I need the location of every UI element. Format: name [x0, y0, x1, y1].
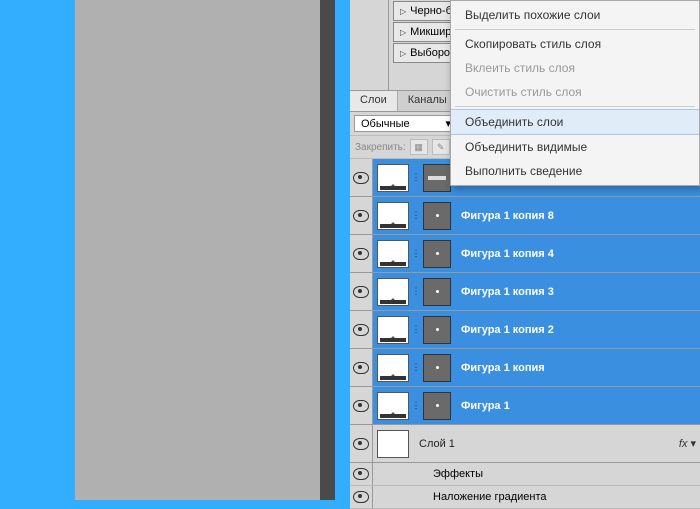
layer-thumbnail[interactable] [377, 392, 409, 420]
vector-mask-thumbnail[interactable] [423, 392, 451, 420]
eye-icon [353, 286, 369, 298]
link-icon: ⋮ [412, 209, 420, 223]
link-icon: ⋮ [412, 247, 420, 261]
layer-name[interactable]: Фигура 1 копия 3 [455, 286, 554, 298]
vector-mask-thumbnail[interactable] [423, 164, 451, 192]
layer-row[interactable]: Слой 1 fx ▾ [350, 425, 700, 463]
vector-mask-thumbnail[interactable] [423, 240, 451, 268]
layer-name[interactable]: Фигура 1 копия 8 [455, 210, 554, 222]
layer-name[interactable]: Фигура 1 [455, 400, 510, 412]
link-icon: ⋮ [412, 361, 420, 375]
layer-row[interactable]: ⋮ Фигура 1 копия [350, 349, 700, 387]
eye-icon [353, 248, 369, 260]
ctx-flatten[interactable]: Выполнить сведение [451, 159, 699, 183]
triangle-icon: ▷ [400, 28, 406, 37]
chevron-down-icon: ▾ [690, 437, 696, 450]
layer-name[interactable]: Фигура 1 копия [455, 362, 545, 374]
visibility-toggle[interactable] [350, 486, 373, 508]
eye-icon [353, 324, 369, 336]
vector-mask-thumbnail[interactable] [423, 316, 451, 344]
layer-thumbnail[interactable] [377, 278, 409, 306]
eye-icon [353, 172, 369, 184]
visibility-toggle[interactable] [350, 235, 373, 272]
blend-mode-select[interactable]: Обычные ▾ [354, 115, 458, 132]
tab-layers[interactable]: Слои [350, 91, 398, 111]
effects-group-row[interactable]: Эффекты [350, 463, 700, 486]
visibility-toggle[interactable] [350, 273, 373, 310]
layer-row[interactable]: ⋮ Фигура 1 копия 2 [350, 311, 700, 349]
vector-mask-thumbnail[interactable] [423, 278, 451, 306]
link-icon: ⋮ [412, 399, 420, 413]
effects-label: Эффекты [433, 468, 483, 480]
visibility-toggle[interactable] [350, 197, 373, 234]
visibility-toggle[interactable] [350, 349, 373, 386]
fx-badge[interactable]: fx ▾ [679, 437, 696, 450]
visibility-toggle[interactable] [350, 387, 373, 424]
layer-thumbnail[interactable] [377, 240, 409, 268]
visibility-toggle[interactable] [350, 463, 373, 485]
visibility-toggle[interactable] [350, 159, 373, 196]
layer-name[interactable]: Слой 1 [413, 438, 455, 450]
triangle-icon: ▷ [400, 7, 406, 16]
eye-icon [353, 400, 369, 412]
eye-icon [353, 210, 369, 222]
layer-thumbnail[interactable] [377, 202, 409, 230]
separator [455, 29, 695, 30]
layer-row[interactable]: ⋮ Фигура 1 копия 4 [350, 235, 700, 273]
eye-icon [353, 362, 369, 374]
layer-thumbnail[interactable] [377, 354, 409, 382]
ctx-paste-style[interactable]: Вклеить стиль слоя [451, 56, 699, 80]
link-icon: ⋮ [412, 171, 420, 185]
layer-thumbnail[interactable] [377, 316, 409, 344]
layer-row[interactable]: ⋮ Фигура 1 копия 3 [350, 273, 700, 311]
lock-label: Закрепить: [355, 142, 406, 153]
blend-mode-value: Обычные [361, 118, 410, 130]
effect-label: Наложение градиента [433, 491, 547, 503]
separator [455, 106, 695, 107]
triangle-icon: ▷ [400, 49, 406, 58]
layer-row[interactable]: ⋮ Фигура 1 копия 8 [350, 197, 700, 235]
document-canvas[interactable] [75, 0, 335, 500]
visibility-toggle[interactable] [350, 311, 373, 348]
ctx-merge-layers[interactable]: Объединить слои [451, 109, 699, 135]
effect-gradient-overlay-row[interactable]: Наложение градиента [350, 486, 700, 509]
lock-brush-icon[interactable]: ✎ [432, 139, 450, 155]
link-icon: ⋮ [412, 285, 420, 299]
layer-context-menu: Выделить похожие слои Скопировать стиль … [450, 0, 700, 186]
tab-channels[interactable]: Каналы [398, 91, 458, 111]
ctx-merge-visible[interactable]: Объединить видимые [451, 135, 699, 159]
eye-icon [353, 468, 369, 480]
visibility-toggle[interactable] [350, 425, 373, 462]
layer-name[interactable]: Фигура 1 копия 4 [455, 248, 554, 260]
layer-thumbnail[interactable] [377, 164, 409, 192]
ctx-select-similar[interactable]: Выделить похожие слои [451, 3, 699, 27]
layer-list: ⋮ Фигура 2 ⋮ Фигура 1 копия 8 ⋮ [350, 159, 700, 509]
ctx-copy-style[interactable]: Скопировать стиль слоя [451, 32, 699, 56]
lock-transparency[interactable]: ▦ [410, 139, 428, 155]
link-icon: ⋮ [412, 323, 420, 337]
vector-mask-thumbnail[interactable] [423, 202, 451, 230]
ctx-clear-style[interactable]: Очистить стиль слоя [451, 80, 699, 104]
layer-thumbnail[interactable] [377, 430, 409, 458]
eye-icon [353, 491, 369, 503]
layer-row[interactable]: ⋮ Фигура 1 [350, 387, 700, 425]
vector-mask-thumbnail[interactable] [423, 354, 451, 382]
layer-name[interactable]: Фигура 1 копия 2 [455, 324, 554, 336]
eye-icon [353, 438, 369, 450]
